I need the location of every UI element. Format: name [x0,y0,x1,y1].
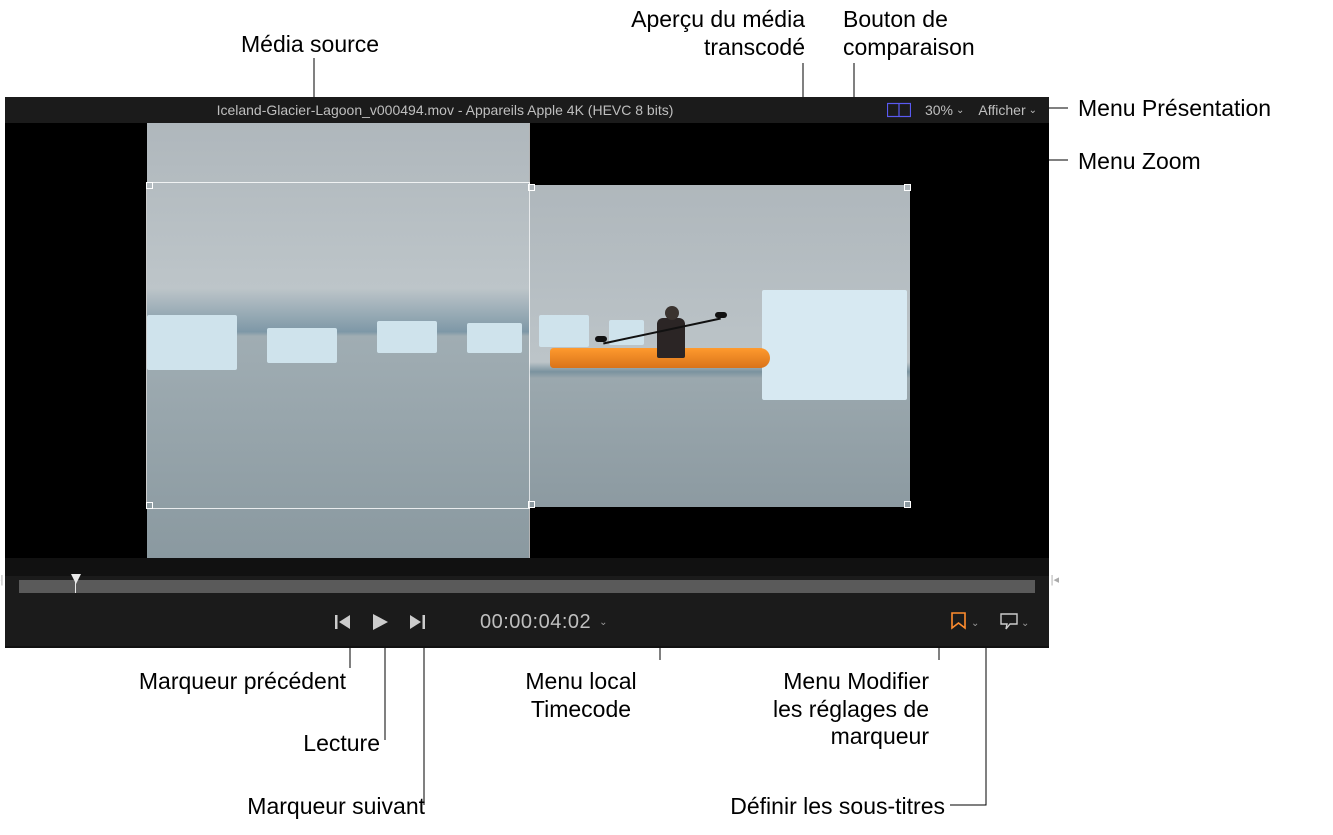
viewer-topbar: Iceland-Glacier-Lagoon_v000494.mov - App… [5,97,1049,123]
marker-settings-menu[interactable]: ⌄ [949,611,979,633]
previous-marker-button[interactable] [334,613,352,631]
callout-transcoded-preview: Aperçu du média transcodé [555,6,805,61]
transcoded-preview-pane [529,185,910,507]
timecode-menu[interactable]: 00:00:04:02 ⌄ [480,611,608,634]
out-marker-icon: |◂ [1051,573,1059,586]
canvas-area [5,123,1049,558]
chevron-down-icon: ⌄ [1029,105,1037,116]
zoom-menu[interactable]: 30% ⌄ [925,102,964,118]
person-graphic [657,318,685,358]
callout-next-marker: Marqueur suivant [205,793,425,821]
next-marker-button[interactable] [408,613,426,631]
callout-media-source: Média source [241,31,379,59]
callout-prev-marker: Marqueur précédent [96,668,346,696]
preview-canvas[interactable] [147,123,910,558]
chevron-down-icon: ⌄ [599,617,607,628]
transport-bar: 00:00:04:02 ⌄ ⌄ ⌄ [5,598,1049,646]
playhead[interactable] [71,574,81,584]
callout-presentation-menu: Menu Présentation [1078,95,1271,123]
chevron-down-icon: ⌄ [956,105,964,116]
viewer-title: Iceland-Glacier-Lagoon_v000494.mov - App… [17,102,873,118]
in-marker-icon: ▸| [0,573,3,586]
svg-text:⌄: ⌄ [1021,618,1029,629]
view-menu[interactable]: Afficher ⌄ [978,102,1037,118]
zoom-value: 30% [925,102,953,118]
timeline[interactable]: ▸| |◂ [5,576,1049,598]
play-button[interactable] [370,612,390,632]
callout-zoom-menu: Menu Zoom [1078,148,1201,176]
preview-viewer: Iceland-Glacier-Lagoon_v000494.mov - App… [5,97,1049,648]
callout-timecode-menu-line1: Menu local Timecode [516,668,646,723]
captions-menu[interactable]: ⌄ [999,611,1029,633]
callout-comparison-button: Bouton de comparaison [843,6,1033,61]
callout-play: Lecture [200,730,380,758]
source-crop-box[interactable] [147,183,529,508]
view-menu-label: Afficher [978,102,1025,118]
callout-marker-settings: Menu Modifier les réglages de marqueur [759,668,929,751]
timecode-value: 00:00:04:02 [480,611,591,634]
comparison-divider[interactable] [529,123,530,558]
timeline-track[interactable] [19,580,1035,593]
callout-set-captions: Définir les sous-titres [695,793,945,821]
svg-text:⌄: ⌄ [971,618,979,629]
comparison-button[interactable] [887,102,911,118]
